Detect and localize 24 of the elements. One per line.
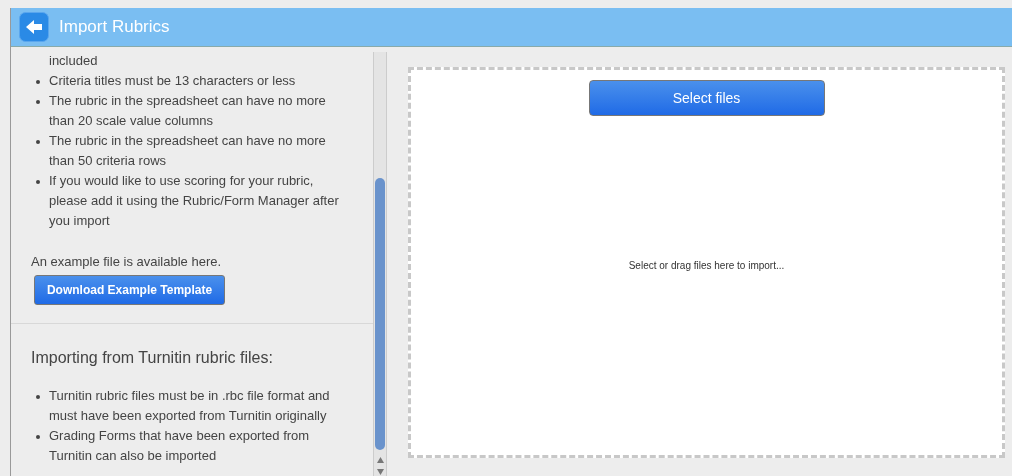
- select-files-button[interactable]: Select files: [588, 80, 825, 116]
- drop-hint: Select or drag files here to import...: [628, 259, 785, 273]
- bullet-icon: [36, 80, 40, 84]
- list-item-text: included: [49, 53, 98, 68]
- list-item-text: If you would like to use scoring for your rubric, please add it using the Rubric/Form Manager after you import: [49, 173, 339, 228]
- page-title: Import Rubrics: [59, 16, 170, 39]
- example-note: An example file is available here.: [31, 254, 222, 269]
- drop-zone[interactable]: Select files Select or drag files here to import...: [408, 67, 1005, 458]
- bullet-icon: [36, 100, 40, 104]
- scrollbar-thumb[interactable]: [375, 178, 385, 450]
- scrollbar[interactable]: [373, 52, 387, 476]
- bullet-icon: [36, 395, 40, 399]
- bullet-icon: [36, 140, 40, 144]
- bullet-icon: [36, 180, 40, 184]
- list-item-text: The rubric in the spreadsheet can have no more than 20 scale value columns: [49, 93, 326, 128]
- list-item-text: The rubric in the spreadsheet can have no more than 50 criteria rows: [49, 133, 326, 168]
- bullet-icon: [36, 435, 40, 439]
- list-item-text: Criteria titles must be 13 characters or less: [49, 73, 296, 88]
- download-button[interactable]: Download Example Template: [34, 275, 225, 305]
- list-item-text: Grading Forms that have been exported from Turnitin can also be imported: [49, 428, 310, 463]
- scroll-down-icon[interactable]: [377, 469, 384, 475]
- scroll-up-icon[interactable]: [377, 457, 384, 463]
- list-item-text: Turnitin rubric files must be in .rbc file format and must have been exported from Turnitin originally: [49, 388, 330, 423]
- section-heading: Importing from Turnitin rubric files:: [31, 349, 273, 366]
